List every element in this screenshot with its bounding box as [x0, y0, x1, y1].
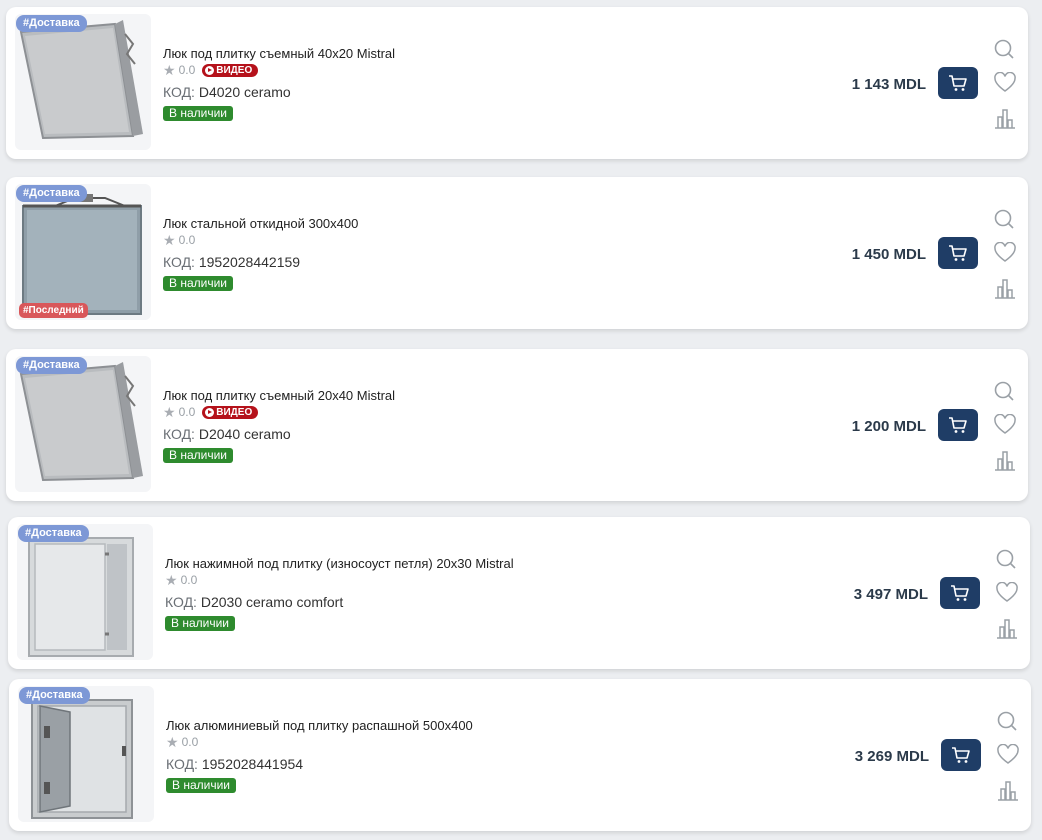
heart-icon[interactable]	[994, 414, 1016, 436]
star-icon: ★	[163, 232, 176, 248]
product-image[interactable]: #Доставка	[15, 356, 151, 492]
play-icon	[205, 65, 215, 75]
code-label: КОД:	[163, 426, 195, 442]
cart-icon	[949, 75, 967, 91]
last-item-tag[interactable]: #Последний	[19, 303, 88, 318]
code-value: D2040 ceramo	[198, 426, 291, 442]
code-label: КОД:	[166, 756, 198, 772]
product-title[interactable]: Люк под плитку съемный 40х20 Mistral	[163, 46, 395, 61]
product-code: КОД: 1952028442159	[163, 254, 300, 270]
cart-icon	[951, 585, 969, 601]
product-rating: ★ 0.0 ВИДЕО	[163, 404, 259, 420]
product-card: #Доставка Люк нажимной под плитку (износ…	[8, 517, 1030, 669]
product-code: КОД: D4020 ceramo	[163, 84, 291, 100]
code-value: 1952028441954	[201, 756, 304, 772]
product-rating: ★ 0.0	[166, 735, 198, 749]
delivery-tag[interactable]: #Доставка	[16, 357, 87, 374]
product-code: КОД: 1952028441954	[166, 756, 303, 772]
compare-icon[interactable]	[997, 779, 1019, 801]
rating-value: 0.0	[180, 573, 198, 587]
search-icon[interactable]	[993, 380, 1015, 402]
product-code: КОД: D2040 ceramo	[163, 426, 291, 442]
code-value: D4020 ceramo	[198, 84, 291, 100]
stock-badge: В наличии	[163, 276, 234, 291]
product-price: 1 200 MDL	[851, 418, 926, 435]
product-image[interactable]: #Доставка	[15, 14, 151, 150]
rating-value: 0.0	[178, 405, 196, 419]
stock-badge: В наличии	[163, 106, 234, 121]
code-label: КОД:	[165, 594, 197, 610]
product-price: 3 269 MDL	[854, 748, 929, 765]
product-rating: ★ 0.0	[163, 233, 195, 247]
rating-value: 0.0	[178, 233, 196, 247]
stock-badge: В наличии	[166, 778, 237, 793]
star-icon: ★	[163, 62, 176, 78]
search-icon[interactable]	[996, 710, 1018, 732]
cart-icon	[952, 747, 970, 763]
product-code: КОД: D2030 ceramo comfort	[165, 594, 343, 610]
play-icon	[205, 407, 215, 417]
code-label: КОД:	[163, 254, 195, 270]
delivery-tag[interactable]: #Доставка	[19, 687, 90, 704]
compare-icon[interactable]	[994, 449, 1016, 471]
product-price: 1 450 MDL	[851, 246, 926, 263]
product-rating: ★ 0.0 ВИДЕО	[163, 62, 259, 78]
rating-value: 0.0	[178, 63, 196, 77]
heart-icon[interactable]	[994, 72, 1016, 94]
star-icon: ★	[166, 734, 179, 750]
rating-value: 0.0	[181, 735, 199, 749]
heart-icon[interactable]	[996, 582, 1018, 604]
cart-icon	[949, 417, 967, 433]
product-card: #Доставка Люк под плитку съемный 40х20 M…	[6, 7, 1028, 159]
add-to-cart-button[interactable]	[938, 67, 978, 99]
code-label: КОД:	[163, 84, 195, 100]
compare-icon[interactable]	[994, 277, 1016, 299]
star-icon: ★	[165, 572, 178, 588]
video-badge[interactable]: ВИДЕО	[202, 405, 259, 419]
product-card: #Доставка #Последний Люк стальной откидн…	[6, 177, 1028, 329]
product-title[interactable]: Люк алюминиевый под плитку распашной 500…	[166, 718, 473, 733]
star-icon: ★	[163, 404, 176, 420]
heart-icon[interactable]	[994, 242, 1016, 264]
product-price: 1 143 MDL	[851, 76, 926, 93]
code-value: 1952028442159	[198, 254, 301, 270]
product-title[interactable]: Люк стальной откидной 300х400	[163, 216, 358, 231]
delivery-tag[interactable]: #Доставка	[16, 15, 87, 32]
product-card: #Доставка Люк под плитку съемный 20х40 M…	[6, 349, 1028, 501]
delivery-tag[interactable]: #Доставка	[18, 525, 89, 542]
video-badge[interactable]: ВИДЕО	[202, 63, 259, 77]
search-icon[interactable]	[995, 548, 1017, 570]
product-card: #Доставка Люк алюминиевый под плитку рас…	[9, 679, 1031, 831]
product-image[interactable]: #Доставка	[18, 686, 154, 822]
code-value: D2030 ceramo comfort	[200, 594, 344, 610]
product-image[interactable]: #Доставка	[17, 524, 153, 660]
product-title[interactable]: Люк под плитку съемный 20х40 Mistral	[163, 388, 395, 403]
product-title[interactable]: Люк нажимной под плитку (износоуст петля…	[165, 556, 514, 571]
product-price: 3 497 MDL	[853, 586, 928, 603]
product-rating: ★ 0.0	[165, 573, 197, 587]
video-label: ВИДЕО	[216, 64, 253, 76]
cart-icon	[949, 245, 967, 261]
search-icon[interactable]	[993, 38, 1015, 60]
delivery-tag[interactable]: #Доставка	[16, 185, 87, 202]
search-icon[interactable]	[993, 208, 1015, 230]
add-to-cart-button[interactable]	[940, 577, 980, 609]
heart-icon[interactable]	[997, 744, 1019, 766]
add-to-cart-button[interactable]	[941, 739, 981, 771]
add-to-cart-button[interactable]	[938, 237, 978, 269]
video-label: ВИДЕО	[216, 406, 253, 418]
compare-icon[interactable]	[994, 107, 1016, 129]
add-to-cart-button[interactable]	[938, 409, 978, 441]
stock-badge: В наличии	[163, 448, 234, 463]
product-image[interactable]: #Доставка #Последний	[15, 184, 151, 320]
compare-icon[interactable]	[996, 617, 1018, 639]
stock-badge: В наличии	[165, 616, 236, 631]
